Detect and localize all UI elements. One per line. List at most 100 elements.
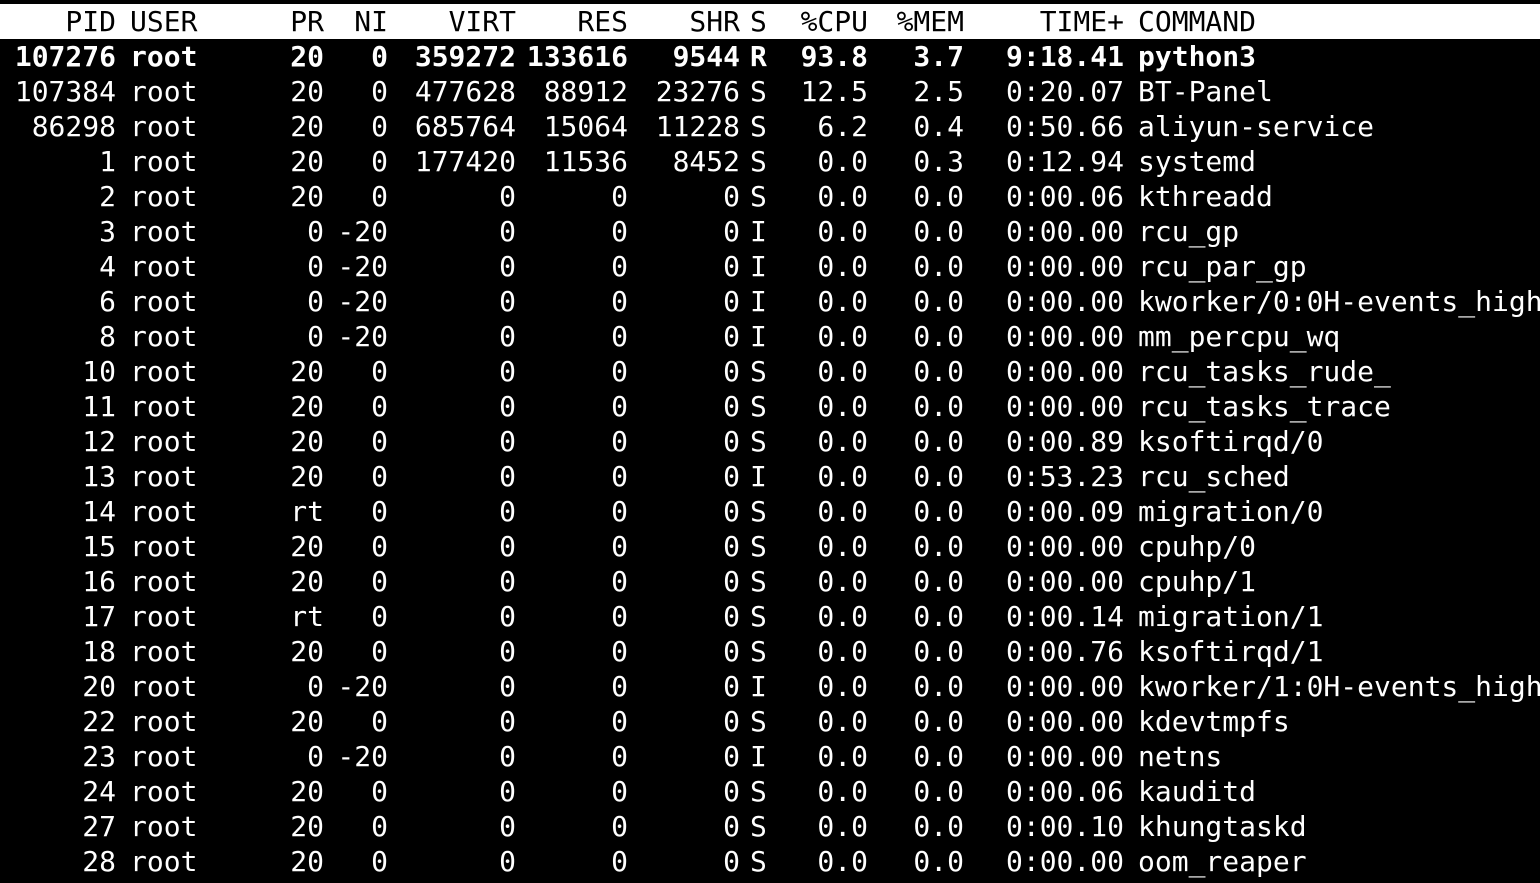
table-row[interactable]: 18 root 20 0 0 0 0 S 0.0 0.0 0:00.76 ksoftirqd/1	[0, 634, 1540, 669]
table-row[interactable]: 22 root 20 0 0 0 0 S 0.0 0.0 0:00.00 kdevtmpfs	[0, 704, 1540, 739]
process-pid: 8	[99, 320, 116, 353]
process-command: cpuhp/1	[1138, 565, 1257, 598]
process-pid: 18	[82, 635, 116, 668]
table-row[interactable]: 14 root rt 0 0 0 0 S 0.0 0.0 0:00.09 migration/0	[0, 494, 1540, 529]
process-priority: 20	[290, 845, 324, 878]
process-user: root	[130, 75, 198, 108]
table-row[interactable]: 2 root 20 0 0 0 0 S 0.0 0.0 0:00.06 kthreadd	[0, 179, 1540, 214]
process-nice: 0	[371, 565, 388, 598]
process-shr: 0	[723, 250, 740, 283]
process-user: root	[130, 320, 198, 353]
process-mem: 0.0	[913, 320, 964, 353]
column-header-res[interactable]: RES	[520, 4, 628, 39]
process-mem: 0.0	[913, 600, 964, 633]
process-user: root	[130, 775, 198, 808]
process-shr: 0	[723, 460, 740, 493]
process-virt: 0	[499, 355, 516, 388]
table-row[interactable]: 15 root 20 0 0 0 0 S 0.0 0.0 0:00.00 cpuhp/0	[0, 529, 1540, 564]
process-mem: 0.0	[913, 740, 964, 773]
column-header-state[interactable]: S	[750, 4, 778, 39]
process-time: 0:00.00	[1005, 390, 1124, 423]
column-header-cpu[interactable]: %CPU	[780, 4, 868, 39]
process-state: S	[750, 75, 767, 108]
table-row[interactable]: 28 root 20 0 0 0 0 S 0.0 0.0 0:00.00 oom_reaper	[0, 844, 1540, 879]
column-header-pid[interactable]: PID	[0, 4, 116, 39]
table-row[interactable]: 10 root 20 0 0 0 0 S 0.0 0.0 0:00.00 rcu_tasks_rude…	[0, 354, 1540, 389]
process-priority: 20	[290, 110, 324, 143]
table-row[interactable]: 1 root 20 0 177420 11536 8452 S 0.0 0.3 0:12.94 sys…	[0, 144, 1540, 179]
column-header-ni[interactable]: NI	[330, 4, 388, 39]
process-command: cpuhp/0	[1138, 530, 1257, 563]
column-header-pr[interactable]: PR	[270, 4, 324, 39]
process-mem: 0.3	[913, 145, 964, 178]
process-command: oom_reaper	[1138, 845, 1307, 878]
process-user: root	[130, 250, 198, 283]
process-state: S	[750, 355, 767, 388]
process-priority: 20	[290, 565, 324, 598]
column-header-mem[interactable]: %MEM	[872, 4, 964, 39]
process-user: root	[130, 40, 198, 73]
process-time: 0:00.00	[1005, 285, 1124, 318]
process-time: 0:00.10	[1005, 810, 1124, 843]
column-header-user[interactable]: USER	[130, 4, 280, 39]
process-state: R	[750, 40, 767, 73]
process-nice: -20	[337, 670, 388, 703]
process-res: 0	[611, 705, 628, 738]
process-command: kthreadd	[1138, 180, 1273, 213]
process-table-header: PID USER PR NI VIRT RES SHR S %CPU %MEM …	[0, 4, 1540, 39]
table-row[interactable]: 27 root 20 0 0 0 0 S 0.0 0.0 0:00.10 khungtaskd	[0, 809, 1540, 844]
process-cpu: 0.0	[817, 425, 868, 458]
process-pid: 2	[99, 180, 116, 213]
process-user: root	[130, 285, 198, 318]
process-cpu: 93.8	[800, 40, 868, 73]
process-user: root	[130, 110, 198, 143]
table-row[interactable]: 24 root 20 0 0 0 0 S 0.0 0.0 0:00.06 kauditd	[0, 774, 1540, 809]
process-pid: 107384	[14, 75, 116, 108]
table-row[interactable]: 3 root 0 -20 0 0 0 I 0.0 0.0 0:00.00 rcu_gp	[0, 214, 1540, 249]
table-row[interactable]: 16 root 20 0 0 0 0 S 0.0 0.0 0:00.00 cpuhp/1	[0, 564, 1540, 599]
column-header-virt[interactable]: VIRT	[392, 4, 516, 39]
table-row[interactable]: 11 root 20 0 0 0 0 S 0.0 0.0 0:00.00 rcu_tasks_trac…	[0, 389, 1540, 424]
process-cpu: 0.0	[817, 635, 868, 668]
process-virt: 0	[499, 530, 516, 563]
table-row[interactable]: 12 root 20 0 0 0 0 S 0.0 0.0 0:00.89 ksoftirqd/0	[0, 424, 1540, 459]
process-cpu: 0.0	[817, 180, 868, 213]
table-row[interactable]: 107276 root 20 0 359272 133616 9544 R 93.8 3.7 9:1…	[0, 39, 1540, 74]
process-virt: 0	[499, 565, 516, 598]
process-state: I	[750, 670, 767, 703]
process-shr: 0	[723, 810, 740, 843]
table-row[interactable]: 107384 root 20 0 477628 88912 23276 S 12.5 2.5 0:2…	[0, 74, 1540, 109]
process-cpu: 0.0	[817, 670, 868, 703]
process-virt: 0	[499, 390, 516, 423]
process-command: netns	[1138, 740, 1223, 773]
column-header-shr[interactable]: SHR	[632, 4, 740, 39]
process-state: I	[750, 215, 767, 248]
table-row[interactable]: 23 root 0 -20 0 0 0 I 0.0 0.0 0:00.00 netns	[0, 739, 1540, 774]
process-pid: 17	[82, 600, 116, 633]
process-command: aliyun-service	[1138, 110, 1375, 143]
process-virt: 0	[499, 600, 516, 633]
process-user: root	[130, 495, 198, 528]
process-priority: 0	[307, 670, 324, 703]
process-shr: 11228	[655, 110, 740, 143]
process-command: rcu_sched	[1138, 460, 1290, 493]
process-state: S	[750, 775, 767, 808]
process-pid: 1	[99, 145, 116, 178]
process-virt: 0	[499, 285, 516, 318]
process-priority: 20	[290, 145, 324, 178]
process-nice: 0	[371, 180, 388, 213]
table-row[interactable]: 17 root rt 0 0 0 0 S 0.0 0.0 0:00.14 migration/1	[0, 599, 1540, 634]
table-row[interactable]: 13 root 20 0 0 0 0 I 0.0 0.0 0:53.23 rcu_sched	[0, 459, 1540, 494]
table-row[interactable]: 86298 root 20 0 685764 15064 11228 S 6.2 0.4 0:50.…	[0, 109, 1540, 144]
table-row[interactable]: 20 root 0 -20 0 0 0 I 0.0 0.0 0:00.00 kworker/1:0H-…	[0, 669, 1540, 704]
process-pid: 13	[82, 460, 116, 493]
column-header-command[interactable]: COMMAND	[1138, 4, 1540, 39]
table-row[interactable]: 4 root 0 -20 0 0 0 I 0.0 0.0 0:00.00 rcu_par_gp	[0, 249, 1540, 284]
process-nice: 0	[371, 495, 388, 528]
process-time: 0:12.94	[1005, 145, 1124, 178]
table-row[interactable]: 6 root 0 -20 0 0 0 I 0.0 0.0 0:00.00 kworker/0:0H-e…	[0, 284, 1540, 319]
column-header-time[interactable]: TIME+	[980, 4, 1124, 39]
table-row[interactable]: 8 root 0 -20 0 0 0 I 0.0 0.0 0:00.00 mm_percpu_wq	[0, 319, 1540, 354]
process-pid: 20	[82, 670, 116, 703]
process-shr: 0	[723, 390, 740, 423]
